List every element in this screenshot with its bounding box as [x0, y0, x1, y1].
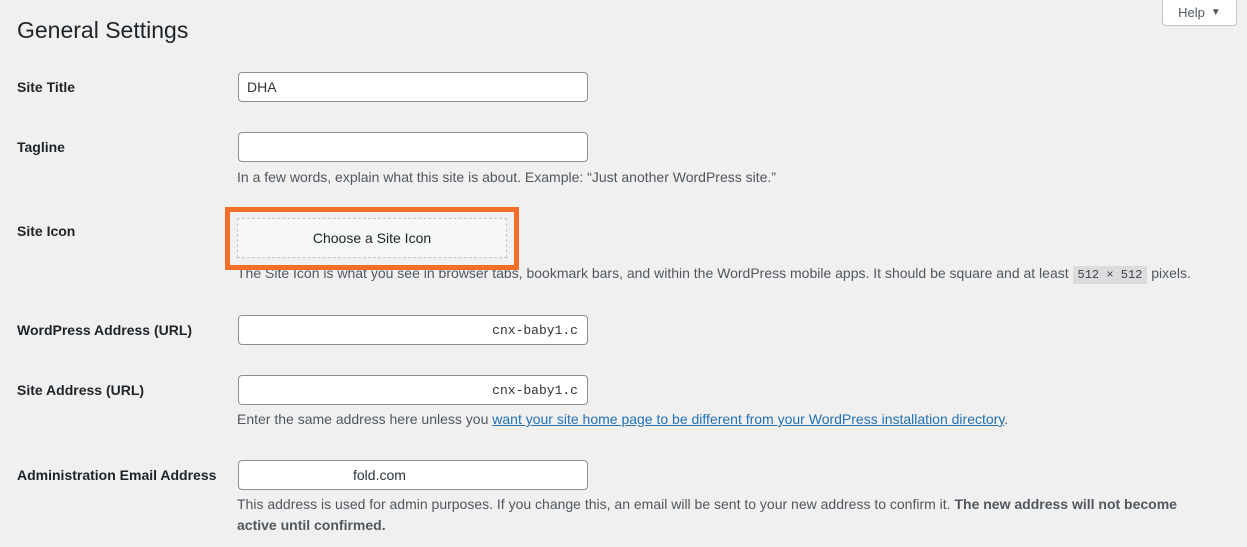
help-button[interactable]: Help ▼	[1162, 0, 1237, 26]
tagline-label: Tagline	[17, 139, 65, 155]
page-title: General Settings	[17, 17, 189, 43]
site-address-help-link[interactable]: want your site home page to be different…	[492, 411, 1004, 427]
site-address-description-suffix: .	[1004, 411, 1009, 427]
site-address-input[interactable]	[238, 375, 588, 405]
site-address-description-text: Enter the same address here unless you	[237, 411, 489, 427]
admin-email-description: This address is used for admin purposes.…	[237, 494, 1217, 536]
site-title-input[interactable]	[238, 72, 588, 102]
caret-down-icon: ▼	[1210, 7, 1221, 18]
site-icon-description-suffix: pixels.	[1151, 265, 1191, 281]
wordpress-address-label: WordPress Address (URL)	[17, 322, 193, 338]
admin-email-input[interactable]	[238, 460, 588, 490]
choose-site-icon-button[interactable]: Choose a Site Icon	[237, 218, 507, 258]
site-address-description: Enter the same address here unless you w…	[237, 409, 1008, 430]
site-icon-size-code: 512 × 512	[1072, 266, 1148, 284]
wordpress-address-input[interactable]	[238, 315, 588, 345]
admin-email-label: Administration Email Address	[17, 467, 217, 483]
site-icon-label: Site Icon	[17, 223, 76, 239]
admin-email-description-text: This address is used for admin purposes.…	[237, 496, 951, 512]
help-button-label: Help	[1178, 5, 1205, 20]
site-address-label: Site Address (URL)	[17, 382, 145, 398]
site-title-label: Site Title	[17, 79, 76, 95]
tagline-description: In a few words, explain what this site i…	[237, 169, 776, 185]
tagline-input[interactable]	[238, 132, 588, 162]
